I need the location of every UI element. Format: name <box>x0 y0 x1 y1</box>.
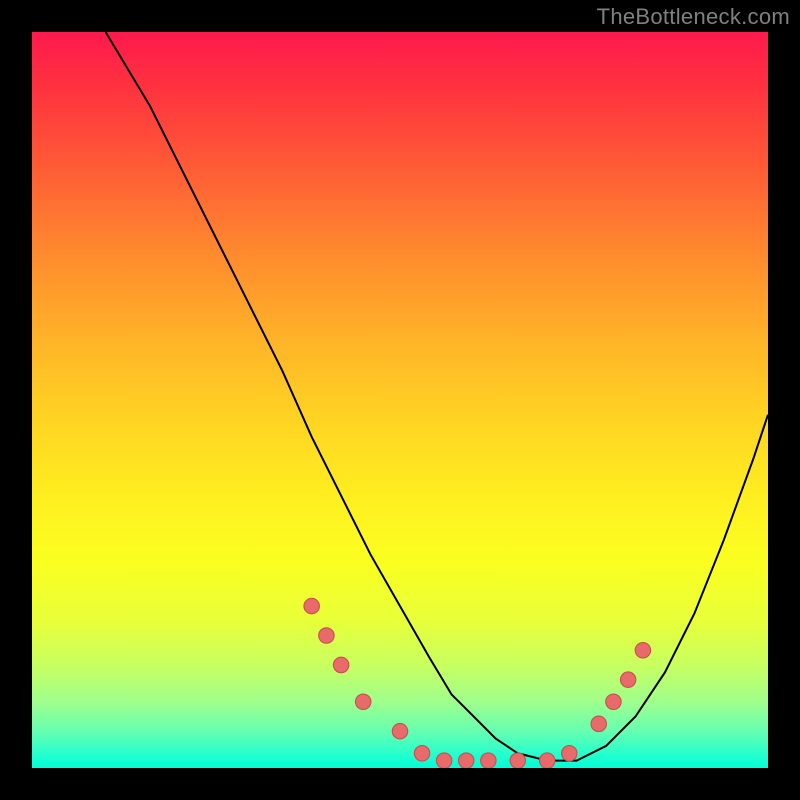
data-marker <box>355 694 370 709</box>
bottleneck-curve <box>106 32 768 761</box>
data-marker <box>459 753 474 768</box>
data-marker <box>606 694 621 709</box>
curve-layer <box>106 32 768 761</box>
data-marker <box>436 753 451 768</box>
data-marker <box>620 672 635 687</box>
data-marker <box>510 753 525 768</box>
chart-svg <box>32 32 768 768</box>
data-marker <box>304 598 319 613</box>
data-marker <box>635 643 650 658</box>
plot-area <box>32 32 768 768</box>
data-marker <box>539 753 554 768</box>
data-marker <box>333 657 348 672</box>
data-marker <box>414 746 429 761</box>
chart-frame: TheBottleneck.com <box>0 0 800 800</box>
data-marker <box>562 746 577 761</box>
data-marker <box>481 753 496 768</box>
watermark-text: TheBottleneck.com <box>597 4 790 30</box>
data-marker <box>319 628 334 643</box>
data-marker <box>591 716 606 731</box>
data-marker <box>392 723 407 738</box>
marker-layer <box>304 598 651 768</box>
